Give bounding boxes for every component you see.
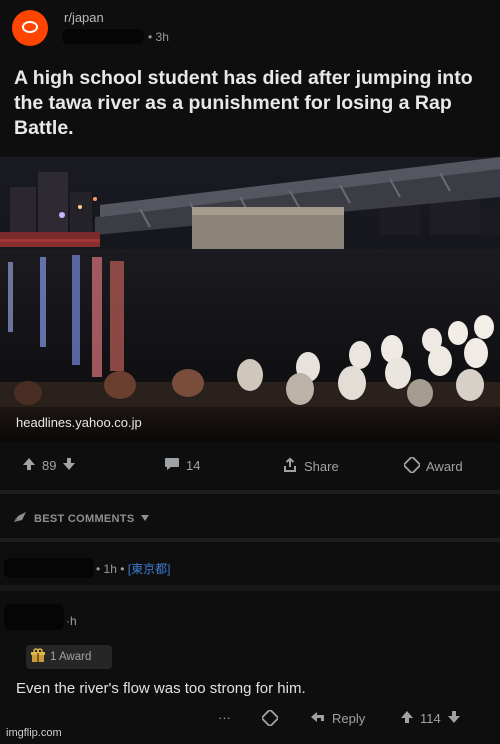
river-night-photo (0, 157, 500, 442)
award-badge[interactable]: 1 Award (26, 645, 112, 669)
redacted-commenter (4, 558, 94, 578)
chevron-down-icon (140, 513, 150, 525)
share-icon (282, 457, 298, 476)
reply-button[interactable]: Reply (310, 710, 365, 727)
post-image[interactable] (0, 157, 500, 442)
comment-award-button[interactable] (261, 709, 279, 729)
comment-sort-dropdown[interactable]: BEST COMMENTS (12, 510, 150, 527)
sort-label: BEST COMMENTS (34, 512, 135, 525)
award-button[interactable]: Award (403, 456, 463, 476)
user-flair: [東京都] (127, 562, 171, 576)
comment-count: 14 (186, 458, 201, 473)
comment-vote-control: 114 (400, 710, 461, 727)
share-label: Share (304, 459, 339, 474)
post-title[interactable]: A high school student has died after jum… (14, 66, 484, 141)
award-icon (403, 456, 421, 476)
comment-score: 114 (420, 711, 441, 726)
upvote-icon[interactable] (22, 457, 36, 474)
comment-time: ·h (66, 614, 77, 628)
rocket-icon (12, 510, 28, 527)
comment-meta: • 1h • [東京都] (96, 560, 170, 577)
subreddit-name[interactable]: r/japan (64, 10, 104, 25)
redacted-username (62, 29, 144, 44)
post-time: • 3h (148, 30, 169, 44)
vote-control: 89 (22, 457, 76, 474)
redacted-commenter (4, 604, 64, 630)
reply-label: Reply (332, 711, 366, 726)
link-domain[interactable]: headlines.yahoo.co.jp (16, 415, 142, 430)
downvote-icon[interactable] (62, 457, 76, 474)
post-score: 89 (42, 458, 57, 473)
gift-icon (30, 647, 46, 667)
watermark: imgflip.com (6, 727, 62, 739)
comment-icon (164, 457, 180, 474)
section-divider (0, 490, 500, 494)
share-button[interactable]: Share (282, 457, 339, 476)
award-icon (261, 709, 279, 729)
downvote-icon[interactable] (447, 710, 461, 727)
reply-icon (310, 710, 326, 727)
post-action-bar: 89 14 Share Award (0, 445, 500, 487)
comment-time: • 1h • (96, 562, 125, 576)
subreddit-avatar[interactable] (12, 10, 48, 46)
more-icon: ··· (218, 710, 231, 725)
more-options-button[interactable]: ··· (218, 710, 231, 725)
comment-text: Even the river's flow was too strong for… (16, 680, 306, 697)
award-label: Award (426, 459, 463, 474)
award-count-label: 1 Award (50, 651, 92, 663)
section-divider (0, 538, 500, 542)
comment-divider (0, 585, 500, 591)
upvote-icon[interactable] (400, 710, 414, 727)
comments-button[interactable]: 14 (164, 457, 200, 474)
